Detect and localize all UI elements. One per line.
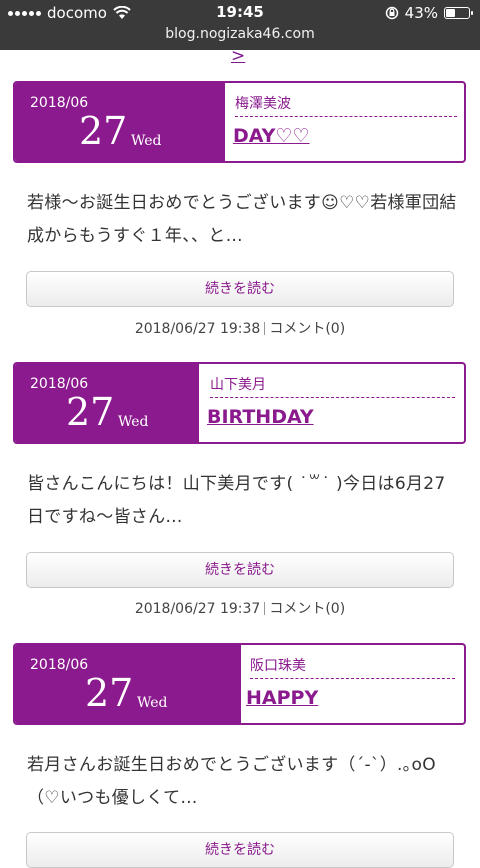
next-page-link[interactable]: > [231,46,245,66]
status-right: 43% [385,4,473,22]
entry-weekday: Wed [137,695,168,711]
entry-weekday: Wed [131,133,162,149]
entry-day: 27 [79,109,128,153]
entry-posted-time: 2018/06/27 19:37 [134,601,261,617]
meta-separator [264,322,266,335]
meta-separator [264,602,266,615]
rotation-lock-icon [385,6,398,20]
entry-author[interactable]: 山下美月 [210,374,266,394]
entry-day: 27 [85,671,134,715]
battery-icon [444,7,473,19]
entry-comments-link[interactable]: コメント(0) [269,321,345,337]
entry-excerpt: 皆さんこんにちは！山下美月です( ˙꒳˙ )今日は6月27日ですね〜皆さん… [27,474,446,527]
entry-title-link[interactable]: BIRTHDAY [207,406,314,428]
entry-author[interactable]: 阪口珠美 [250,655,306,675]
read-more-button[interactable]: 続きを読む [26,271,454,307]
entry-title-link[interactable]: HAPPY [246,687,318,709]
battery-percent: 43% [404,4,438,22]
entry-header: 2018/06 27 Wed 阪口珠美 HAPPY [13,643,466,725]
date-box: 2018/06 27 Wed [15,83,225,161]
entry-year-month: 2018/06 [30,657,89,673]
entry-meta: 2018/06/27 19:38 コメント(0) [0,318,480,338]
entry-author[interactable]: 梅澤美波 [235,93,291,113]
entry-comments-link[interactable]: コメント(0) [269,601,345,617]
read-more-button[interactable]: 続きを読む [26,552,454,588]
dashed-divider [210,397,455,398]
entry-header: 2018/06 27 Wed 山下美月 BIRTHDAY [13,362,466,444]
entry-header: 2018/06 27 Wed 梅澤美波 DAY♡♡ [13,81,466,163]
entry-excerpt: 若月さんお誕生日おめでとうございます（´-`）.｡oO（♡いつも優しくて… [27,755,436,808]
dashed-divider [235,116,457,117]
entry-posted-time: 2018/06/27 19:38 [134,321,261,337]
entry-title-link[interactable]: DAY♡♡ [233,125,309,147]
entry-excerpt: 若様〜お誕生日おめでとうございます☺♡♡若様軍団結成からもうすぐ１年、、と… [27,193,457,246]
entry-meta: 2018/06/27 19:37 コメント(0) [0,598,480,618]
url-bar[interactable]: blog.nogizaka46.com [0,26,480,42]
date-box: 2018/06 27 Wed [15,645,241,723]
status-bar: docomo 19:45 43% [0,0,480,26]
dashed-divider [250,678,455,679]
date-box: 2018/06 27 Wed [15,364,199,442]
browser-top-bar: docomo 19:45 43% blog.nogizaka46.com [0,0,480,50]
read-more-button[interactable]: 続きを読む [26,832,454,868]
entry-weekday: Wed [118,414,149,430]
entry-day: 27 [66,390,115,434]
